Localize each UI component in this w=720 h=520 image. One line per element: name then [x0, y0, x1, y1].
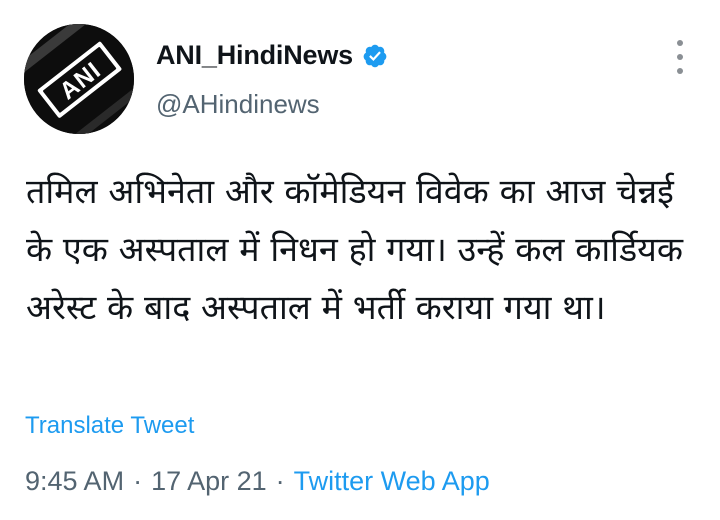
verified-badge-icon — [362, 43, 388, 69]
tweet-card: ANI ANI_HindiNews @AHindinews तमिल अभिने… — [0, 0, 720, 520]
translate-tweet-link[interactable]: Translate Tweet — [25, 412, 194, 440]
tweet-date[interactable]: 17 Apr 21 — [151, 466, 267, 496]
source-app-link[interactable]: Twitter Web App — [294, 466, 490, 496]
separator: · — [275, 466, 285, 496]
separator: · — [133, 466, 143, 496]
handle[interactable]: @AHindinews — [156, 89, 320, 120]
tweet-time[interactable]: 9:45 AM — [25, 466, 124, 496]
ani-logo-icon: ANI — [24, 24, 134, 134]
more-vertical-icon[interactable] — [668, 40, 692, 74]
tweet-meta: 9:45 AM · 17 Apr 21 · Twitter Web App — [25, 466, 490, 497]
display-name[interactable]: ANI_HindiNews — [156, 40, 353, 71]
author-name-row[interactable]: ANI_HindiNews — [156, 40, 388, 71]
tweet-text: तमिल अभिनेता और कॉमेडियन विवेक का आज चेन… — [26, 172, 684, 328]
avatar[interactable]: ANI — [24, 24, 134, 134]
